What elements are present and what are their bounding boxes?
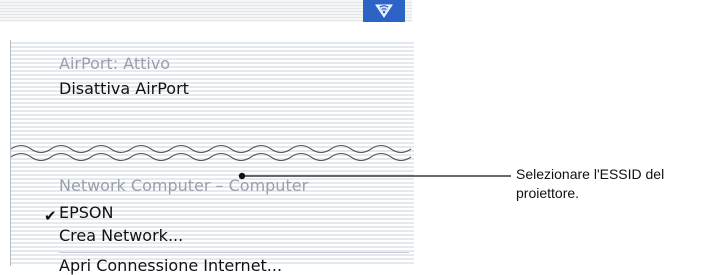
menu-item-create-network[interactable]: Crea Network...	[59, 226, 183, 245]
menu-item-open-internet-connection[interactable]: Apri Connessione Internet...	[59, 256, 282, 275]
menu-cut-wave	[11, 144, 412, 162]
menu-header-network-computer: Network Computer – Computer	[59, 176, 309, 195]
checkmark-icon: ✔	[44, 207, 57, 225]
airport-signal-icon	[375, 4, 393, 18]
menu-item-airport-status: AirPort: Attivo	[59, 54, 171, 73]
airport-menu-button[interactable]	[363, 0, 405, 22]
menu-item-turn-off-airport[interactable]: Disattiva AirPort	[59, 79, 189, 98]
menu-separator	[59, 252, 409, 253]
callout-annotation: Selezionare l'ESSID del proiettore.	[516, 166, 665, 201]
menu-bar	[0, 0, 412, 22]
menu-item-epson-network[interactable]: EPSON	[59, 203, 113, 222]
airport-dropdown-menu: AirPort: Attivo Disattiva AirPort Networ…	[10, 40, 414, 275]
